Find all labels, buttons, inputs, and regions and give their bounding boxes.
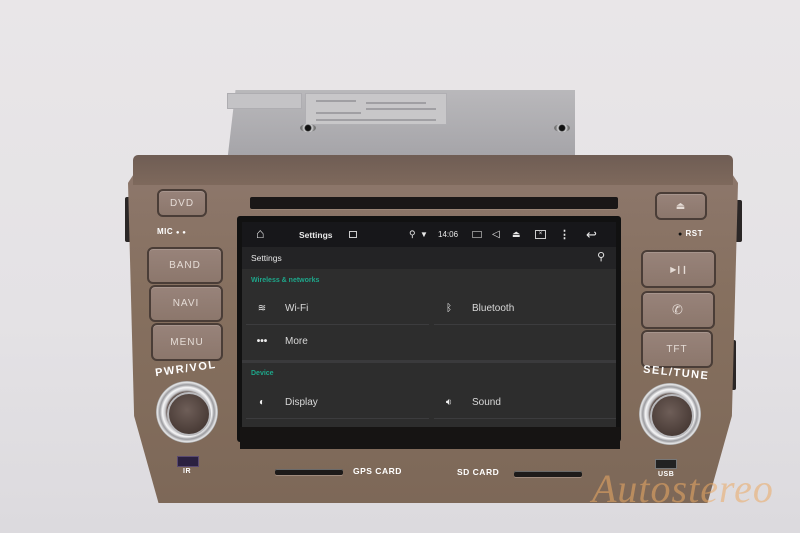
brightness-icon: ◐ [258, 396, 266, 408]
bluetooth-icon: ᛒ [446, 302, 452, 314]
app-bar: Settings ⚲ [242, 247, 616, 269]
clock: 14:06 [438, 230, 459, 239]
disc-slot [250, 197, 618, 209]
volume-icon: 🔉︎ [445, 396, 453, 408]
tune-knob[interactable] [639, 383, 701, 445]
more-label: More [285, 335, 308, 347]
dvd-button[interactable]: DVD [157, 189, 207, 217]
section-separator [242, 360, 616, 363]
mic-label: MIC ● ● [157, 227, 187, 236]
tft-label: TFT [666, 343, 688, 355]
play-pause-button[interactable]: ▶❙❙ [641, 250, 716, 288]
divider [434, 418, 616, 419]
screen-bottom-bezel [240, 427, 620, 449]
display-label: Display [285, 396, 318, 408]
gallery-icon [349, 231, 357, 238]
volume-knob[interactable] [156, 381, 218, 443]
status-bar: ⌂ Settings ⚲ ▼ 14:06 ◁ ⏏ × ⋮ ↩ [242, 222, 616, 247]
gps-card-slot[interactable] [275, 469, 343, 475]
screw [554, 124, 570, 132]
ir-sensor [177, 456, 199, 467]
phone-icon: ✆ [672, 302, 684, 317]
android-screen: ⌂ Settings ⚲ ▼ 14:06 ◁ ⏏ × ⋮ ↩ Settings … [242, 222, 616, 427]
statusbar-title: Settings [299, 229, 333, 240]
bezel-top-edge [133, 155, 733, 185]
settings-item-wifi[interactable]: ≋ Wi-Fi [242, 293, 427, 323]
band-button[interactable]: BAND [147, 247, 223, 284]
ir-label: IR [183, 468, 191, 475]
volume-button-icon[interactable]: ◁ [492, 229, 500, 240]
tft-button[interactable]: TFT [641, 330, 713, 368]
screen-off-icon[interactable]: × [535, 230, 546, 239]
spec-label [305, 93, 447, 125]
divider [246, 324, 429, 325]
rst-label: ● RST [678, 229, 703, 238]
gps-card-label: GPS CARD [353, 466, 402, 476]
tune-knob-cap[interactable] [650, 394, 694, 438]
menu-button[interactable]: MENU [151, 323, 223, 361]
sd-card-slot[interactable] [514, 471, 582, 477]
navi-button[interactable]: NAVI [149, 285, 223, 322]
settings-item-bluetooth[interactable]: ᛒ Bluetooth [429, 293, 616, 323]
settings-item-display[interactable]: ◐ Display [242, 387, 427, 417]
phone-button[interactable]: ✆ [641, 291, 715, 329]
menu-dots-icon[interactable]: ⋮ [559, 228, 570, 241]
section-header-wireless: Wireless & networks [251, 277, 320, 284]
settings-item-more[interactable]: ••• More [242, 326, 427, 356]
dvd-label: DVD [169, 197, 195, 209]
screw [300, 124, 316, 132]
wifi-status-icon: ▼ [420, 230, 428, 239]
sd-card-label: SD CARD [457, 467, 500, 477]
back-icon[interactable]: ↩ [586, 227, 597, 243]
more-dots-icon: ••• [256, 335, 268, 347]
eject-soft-icon[interactable]: ⏏ [512, 229, 521, 240]
watermark: Autostereo [592, 466, 774, 511]
wifi-icon: ≋ [257, 302, 267, 314]
volume-knob-cap[interactable] [167, 392, 211, 436]
page-title: Settings [251, 253, 282, 263]
eject-icon: ⏏ [675, 200, 687, 212]
bluetooth-label: Bluetooth [472, 302, 515, 314]
divider [434, 324, 616, 325]
wifi-label: Wi-Fi [285, 302, 309, 314]
battery-icon [472, 231, 482, 238]
location-icon: ⚲ [409, 229, 416, 239]
barcode-sticker [227, 93, 302, 109]
band-label: BAND [169, 260, 201, 271]
section-header-device: Device [251, 370, 274, 377]
eject-button[interactable]: ⏏ [655, 192, 707, 220]
sound-label: Sound [472, 396, 501, 408]
play-pause-icon: ▶❙❙ [670, 264, 688, 274]
navi-label: NAVI [172, 298, 200, 309]
search-icon[interactable]: ⚲ [597, 250, 605, 263]
divider [246, 418, 429, 419]
settings-item-sound[interactable]: 🔉︎ Sound [429, 387, 616, 417]
home-icon[interactable]: ⌂ [256, 226, 264, 240]
menu-label: MENU [170, 336, 204, 348]
